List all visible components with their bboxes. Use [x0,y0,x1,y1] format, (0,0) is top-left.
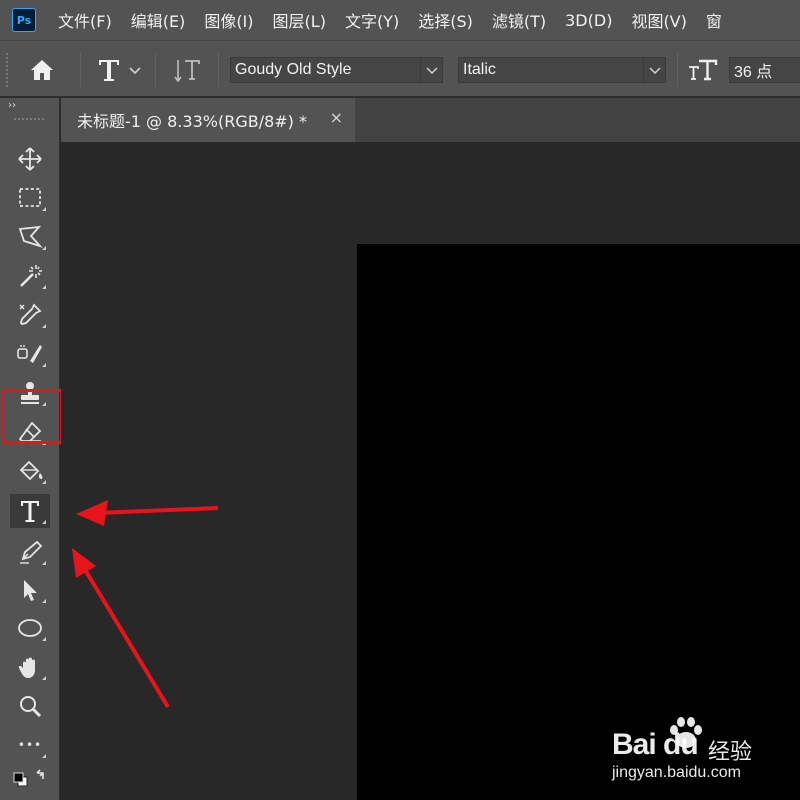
menu-bar: Ps 文件(F) 编辑(E) 图像(I) 图层(L) 文字(Y) 选择(S) 滤… [0,0,800,40]
options-bar-grip[interactable] [6,53,10,87]
paw-logo-icon [670,717,702,748]
photoshop-window: Ps 文件(F) 编辑(E) 图像(I) 图层(L) 文字(Y) 选择(S) 滤… [0,0,800,800]
magnifier-icon [20,696,42,718]
magic-wand-icon [20,265,42,287]
menu-type[interactable]: 文字(Y) [345,8,399,32]
chevron-down-icon [420,58,442,82]
watermark-url: jingyan.baidu.com [612,764,741,781]
color-swatches[interactable] [10,764,50,798]
zoom-tool[interactable] [10,689,50,723]
menu-image[interactable]: 图像(I) [204,8,253,32]
menu-layer[interactable]: 图层(L) [273,8,326,32]
chevron-down-icon [129,67,141,75]
menu-file[interactable]: 文件(F) [58,8,112,32]
eyedropper-tool[interactable] [10,298,50,332]
type-tool[interactable] [10,494,50,528]
menu-filter[interactable]: 滤镜(T) [492,8,546,32]
type-tool-icon [99,60,119,81]
type-tool-icon [21,501,39,522]
close-icon[interactable]: × [330,108,343,127]
collapse-panel-icon[interactable]: ›› [8,100,16,111]
font-style-value: Italic [463,61,496,78]
lasso-tool[interactable] [10,220,50,254]
home-button[interactable] [26,55,58,85]
tool-preset-picker[interactable] [90,55,148,85]
menu-3d[interactable]: 3D(D) [565,11,612,30]
hand-tool[interactable] [10,650,50,684]
ellipse-icon [18,619,42,637]
menu-window[interactable]: 窗 [706,8,722,32]
tools-panel-grip[interactable] [14,118,44,122]
font-style-dropdown[interactable]: Italic [458,57,666,83]
ellipsis-icon: ••• [17,738,43,752]
toggle-text-orientation-button[interactable] [172,55,206,85]
arrow-pointer-icon [24,580,37,601]
ps-logo[interactable]: Ps [12,8,36,32]
path-selection-tool[interactable] [10,573,50,607]
font-family-value: Goudy Old Style [235,61,352,78]
default-colors-icon [13,769,44,787]
paint-bucket-icon [19,460,43,481]
type-tool-highlight-box [1,389,63,444]
rectangular-marquee-icon [19,188,41,207]
menu-edit[interactable]: 编辑(E) [131,8,186,32]
font-family-dropdown[interactable]: Goudy Old Style [230,57,443,83]
pen-tool[interactable] [10,535,50,569]
home-icon [31,60,53,80]
ellipse-tool[interactable] [10,611,50,645]
document-tab-title: 未标题-1 @ 8.33%(RGB/8#) * [77,112,307,131]
hand-icon [18,657,35,678]
move-icon [18,147,42,171]
magic-wand-tool[interactable] [10,259,50,293]
font-size-field[interactable]: 36 点 [729,57,800,83]
document-tab[interactable]: 未标题-1 @ 8.33%(RGB/8#) * × [61,98,355,142]
chevron-down-icon [643,58,665,82]
tools-panel: ›› ••• [0,98,60,800]
font-size-icon [689,59,718,81]
menu-view[interactable]: 视图(V) [631,8,686,32]
spot-healing-brush-icon [17,345,42,363]
text-orientation-icon [174,60,200,83]
move-tool[interactable] [10,142,50,176]
options-bar: Goudy Old Style Italic 36 点 [0,40,800,98]
font-size-icon-wrap [686,55,720,85]
document-tab-bar: 未标题-1 @ 8.33%(RGB/8#) * × [61,98,800,142]
polygonal-lasso-icon [18,225,43,248]
eyedropper-icon [19,303,42,325]
watermark-brand-cn: 经验 [708,740,753,765]
pen-icon [20,540,43,564]
font-size-value: 36 点 [734,64,773,81]
healing-brush-tool[interactable] [10,337,50,371]
paint-bucket-tool[interactable] [10,454,50,488]
marquee-tool[interactable] [10,181,50,215]
more-tools-button[interactable]: ••• [10,728,50,762]
canvas-area[interactable] [61,142,800,800]
menu-select[interactable]: 选择(S) [418,8,473,32]
